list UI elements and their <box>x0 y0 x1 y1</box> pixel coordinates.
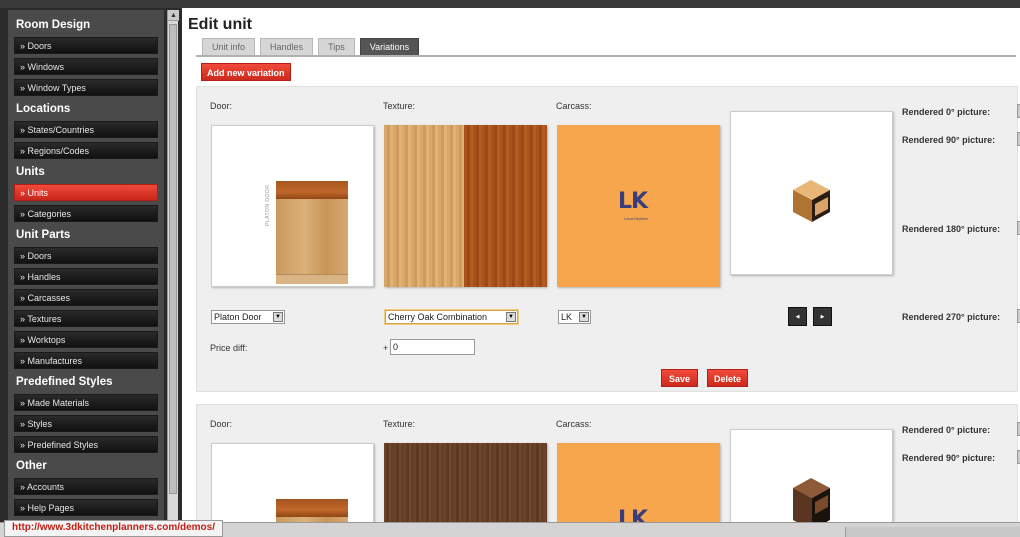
carcass-select[interactable]: LK ▼ <box>558 310 591 324</box>
horizontal-scrollbar[interactable] <box>845 527 1020 537</box>
top-frame <box>0 0 1020 8</box>
sidebar-item-handles[interactable]: » Handles <box>14 268 158 285</box>
door-panel <box>276 198 348 284</box>
variation-card: Door: Texture: Carcass: PLATON DOOR LK L… <box>196 86 1020 392</box>
rendered-180-label: Rendered 180° picture: <box>902 224 1001 234</box>
texture-select[interactable]: Cherry Oak Combination ▼ <box>385 310 518 324</box>
texture-walnut-swatch <box>384 443 547 524</box>
sidebar-item-predefined-styles[interactable]: » Predefined Styles <box>14 436 158 453</box>
chevron-down-icon[interactable]: ▼ <box>506 312 516 322</box>
section-locations: Locations <box>16 103 71 115</box>
price-sign: + <box>383 343 389 353</box>
sidebar-item-window-types[interactable]: » Window Types <box>14 79 158 96</box>
sidebar-item-windows[interactable]: » Windows <box>14 58 158 75</box>
add-variation-button[interactable]: Add new variation <box>201 63 291 81</box>
sidebar-item-help-pages[interactable]: » Help Pages <box>14 499 158 516</box>
carcass-label-2: Carcass: <box>556 419 592 429</box>
sidebar-item-units[interactable]: » Units <box>14 184 158 201</box>
chevron-down-icon[interactable]: ▼ <box>579 312 589 322</box>
sidebar-item-doors[interactable]: » Doors <box>14 37 158 54</box>
door-label: Door: <box>210 101 233 111</box>
scroll-thumb[interactable] <box>169 24 177 494</box>
page-title: Edit unit <box>188 16 252 33</box>
carcass-select-value: LK <box>561 312 573 322</box>
texture-preview <box>384 125 547 287</box>
section-unit-parts: Unit Parts <box>16 229 71 241</box>
sidebar-item-manufactures[interactable]: » Manufactures <box>14 352 158 369</box>
lk-logo-sub: Luxus Kitchens <box>624 217 648 221</box>
door-plinth <box>276 274 348 284</box>
sidebar-item-made-materials[interactable]: » Made Materials <box>14 394 158 411</box>
door-drawer <box>276 181 348 199</box>
scroll-up-icon[interactable]: ▲ <box>168 10 179 21</box>
texture-dark-swatch <box>464 125 547 287</box>
tab-bar: Unit info Handles Tips Variations <box>202 38 424 55</box>
status-url: http://www.3dkitchenplanners.com/demos/ <box>4 520 223 537</box>
carcass-preview: LK Luxus Kitchens <box>557 125 720 287</box>
price-diff-label: Price diff: <box>210 343 248 353</box>
sidebar: Room Design » Doors » Windows » Window T… <box>8 10 164 522</box>
variation-card-2: Door: Texture: Carcass: LK Rendered 0° p… <box>196 404 1020 524</box>
prev-arrow-icon[interactable]: ◀ <box>788 307 807 326</box>
sidebar-item-worktops[interactable]: » Worktops <box>14 331 158 348</box>
delete-button[interactable]: Delete <box>707 369 749 387</box>
section-room-design: Room Design <box>16 19 91 31</box>
next-arrow-icon[interactable]: ▶ <box>813 307 832 326</box>
render-preview-2 <box>730 429 893 524</box>
rendered-270-label: Rendered 270° picture: <box>902 312 1001 322</box>
carcass-preview-2: LK <box>557 443 720 524</box>
rendered-90-label: Rendered 90° picture: <box>902 135 996 145</box>
tab-unit-info[interactable]: Unit info <box>202 38 256 55</box>
sidebar-item-carcasses[interactable]: » Carcasses <box>14 289 158 306</box>
render-preview <box>730 111 893 275</box>
rendered-0-label: Rendered 0° picture: <box>902 107 991 117</box>
texture-light-swatch <box>384 125 464 287</box>
tab-variations[interactable]: Variations <box>359 38 420 55</box>
tab-handles[interactable]: Handles <box>260 38 314 55</box>
sidebar-item-regions-codes[interactable]: » Regions/Codes <box>14 142 158 159</box>
price-diff-input[interactable]: 0 <box>390 339 475 355</box>
texture-label: Texture: <box>383 101 416 111</box>
chevron-down-icon[interactable]: ▼ <box>273 312 283 322</box>
sidebar-item-states-countries[interactable]: » States/Countries <box>14 121 158 138</box>
tab-divider <box>196 55 1016 57</box>
sidebar-item-part-doors[interactable]: » Doors <box>14 247 158 264</box>
sidebar-item-textures[interactable]: » Textures <box>14 310 158 327</box>
door-label-2: Door: <box>210 419 233 429</box>
main-panel: Edit unit Unit info Handles Tips Variati… <box>182 8 1020 524</box>
section-other: Other <box>16 460 47 472</box>
section-predefined-styles: Predefined Styles <box>16 376 113 388</box>
sidebar-item-categories[interactable]: » Categories <box>14 205 158 222</box>
save-button[interactable]: Save <box>661 369 699 387</box>
cabinet-render-icon <box>793 478 830 524</box>
texture-preview-2 <box>384 443 547 524</box>
rendered-0-label-2: Rendered 0° picture: <box>902 425 991 435</box>
door-select[interactable]: Platon Door ▼ <box>211 310 285 324</box>
door-select-value: Platon Door <box>214 312 262 322</box>
texture-label-2: Texture: <box>383 419 416 429</box>
rendered-90-label-2: Rendered 90° picture: <box>902 453 996 463</box>
tab-tips[interactable]: Tips <box>318 38 355 55</box>
sidebar-scrollbar[interactable]: ▲ <box>167 10 179 522</box>
section-units: Units <box>16 166 45 178</box>
carcass-label: Carcass: <box>556 101 592 111</box>
door-preview: PLATON DOOR <box>211 125 374 287</box>
sidebar-item-styles[interactable]: » Styles <box>14 415 158 432</box>
door-preview-2 <box>211 443 374 524</box>
sidebar-item-accounts[interactable]: » Accounts <box>14 478 158 495</box>
door-brand-text: PLATON DOOR <box>265 184 271 226</box>
door-drawer-2 <box>276 499 348 517</box>
lk-logo: LK <box>618 189 648 214</box>
texture-select-value: Cherry Oak Combination <box>388 312 488 322</box>
cabinet-render-icon <box>793 180 830 222</box>
